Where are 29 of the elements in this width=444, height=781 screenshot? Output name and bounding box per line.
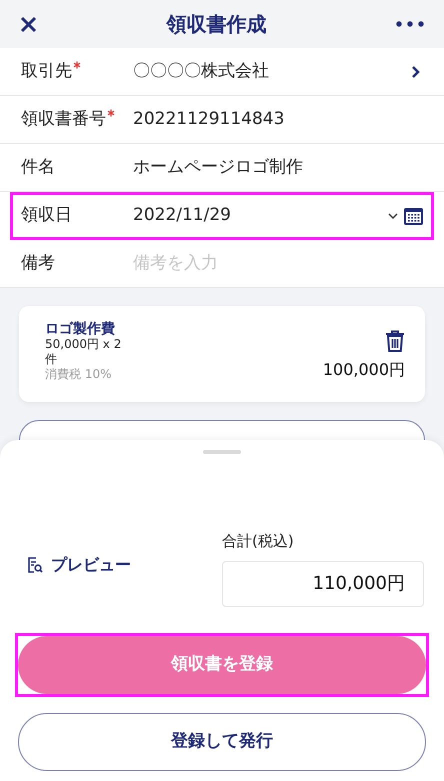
field-label: 領収日 [21,204,72,228]
close-icon[interactable] [20,16,37,32]
item-price: 50,000円 x 2 [45,337,122,352]
document-search-icon [27,556,43,572]
drag-handle[interactable] [203,450,241,454]
field-value[interactable]: 2022/11/29 [133,203,388,229]
field-label: 件名 [21,156,55,179]
total-field: 110,000円 [222,560,424,606]
field-value: 20221129114843 [133,108,286,131]
item-card[interactable]: ロゴ製作費 50,000円 x 2 件 消費税 10% 100,000円 [19,306,425,402]
field-label: 備考 [21,252,55,275]
field-value[interactable]: 〇〇〇〇株式会社 [133,58,411,84]
field-label: 領収書番号 [21,108,106,131]
item-amount: 100,000円 [322,359,405,381]
chevron-down-icon[interactable] [388,212,398,220]
field-label: 取引先 [21,60,72,83]
chevron-right-icon[interactable] [411,64,421,78]
preview-button[interactable]: プレビュー [27,552,131,576]
register-issue-button[interactable]: 登録して発行 [18,712,426,770]
screen-title: 領収書作成 [166,11,266,38]
more-icon[interactable] [396,21,424,27]
item-tax: 消費税 10% [45,367,112,382]
trash-icon[interactable] [385,330,405,352]
item-unit: 件 [45,352,58,367]
field-value: ホームページロゴ制作 [133,156,304,179]
note-field[interactable]: 備考を入力 [133,250,423,276]
calendar-icon[interactable] [404,208,423,224]
total-label: 合計(税込) [222,531,295,552]
item-name: ロゴ製作費 [45,322,116,337]
